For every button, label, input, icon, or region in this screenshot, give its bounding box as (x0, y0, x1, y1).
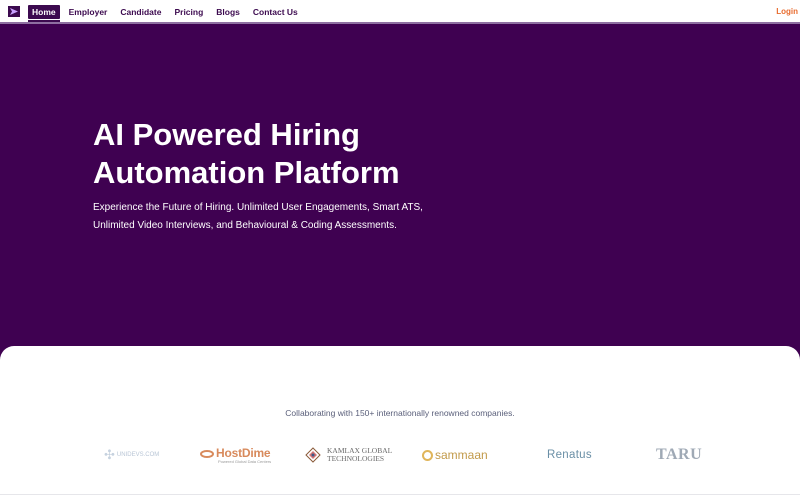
hostdime-swirl-icon (200, 449, 214, 458)
partner-logo-unidevs: ✣ UNIDEVS.COM (104, 442, 159, 468)
nav-blogs[interactable]: Blogs (212, 5, 244, 19)
sammaan-circle-icon (422, 449, 433, 461)
nav-contact-us[interactable]: Contact Us (249, 5, 302, 19)
partner-name: Renatus (547, 449, 592, 461)
hero-subtitle: Experience the Future of Hiring. Unlimit… (93, 199, 423, 235)
partner-name: TARU (656, 446, 703, 463)
partner-name: UNIDEVS.COM (116, 452, 160, 458)
hero-title-line1: AI Powered Hiring (93, 117, 360, 152)
nav-links: Home Employer Candidate Pricing Blogs Co… (28, 0, 307, 24)
partner-name: sammaan (435, 448, 488, 462)
hero-section: AI Powered Hiring Automation Platform Ex… (0, 24, 800, 364)
hero-title-line2: Automation Platform (93, 155, 400, 190)
divider (0, 494, 800, 495)
partners-section: Collaborating with 150+ internationally … (0, 346, 800, 496)
hero-subtitle-line2: Unlimited Video Interviews, and Behaviou… (93, 220, 397, 231)
partner-logo-taru: TARU (656, 442, 702, 468)
partner-logo-hostdime: HostDime Powered Global Data Centers (200, 442, 271, 468)
brand-logo-icon[interactable] (8, 6, 20, 17)
hostdime-wordmark: HostDime (200, 446, 271, 460)
top-navbar: Home Employer Candidate Pricing Blogs Co… (0, 0, 800, 24)
partners-heading: Collaborating with 150+ internationally … (285, 408, 515, 418)
nav-employer[interactable]: Employer (65, 5, 112, 19)
hero-subtitle-line1: Experience the Future of Hiring. Unlimit… (93, 202, 423, 213)
partner-name-line2: TECHNOLOGIES (327, 454, 385, 463)
partner-logo-sammaan: sammaan (422, 442, 488, 468)
hero-title: AI Powered Hiring Automation Platform (93, 116, 513, 192)
login-link[interactable]: Login (776, 7, 798, 16)
kamlax-name: KAMLAX GLOBAL TECHNOLOGIES (327, 447, 392, 463)
partner-tagline: Powered Global Data Centers (218, 459, 272, 464)
partner-logos: ✣ UNIDEVS.COM HostDime Powered Global Da… (100, 442, 710, 468)
unidevs-mark-icon: ✣ (104, 447, 115, 462)
kamlax-emblem-icon (305, 447, 321, 463)
partner-logo-kamlax: KAMLAX GLOBAL TECHNOLOGIES (305, 442, 392, 468)
nav-pricing[interactable]: Pricing (170, 5, 207, 19)
partner-logo-renatus: Renatus (547, 442, 592, 468)
nav-home[interactable]: Home (28, 5, 60, 22)
partner-name: HostDime (216, 446, 271, 460)
nav-candidate[interactable]: Candidate (116, 5, 165, 19)
